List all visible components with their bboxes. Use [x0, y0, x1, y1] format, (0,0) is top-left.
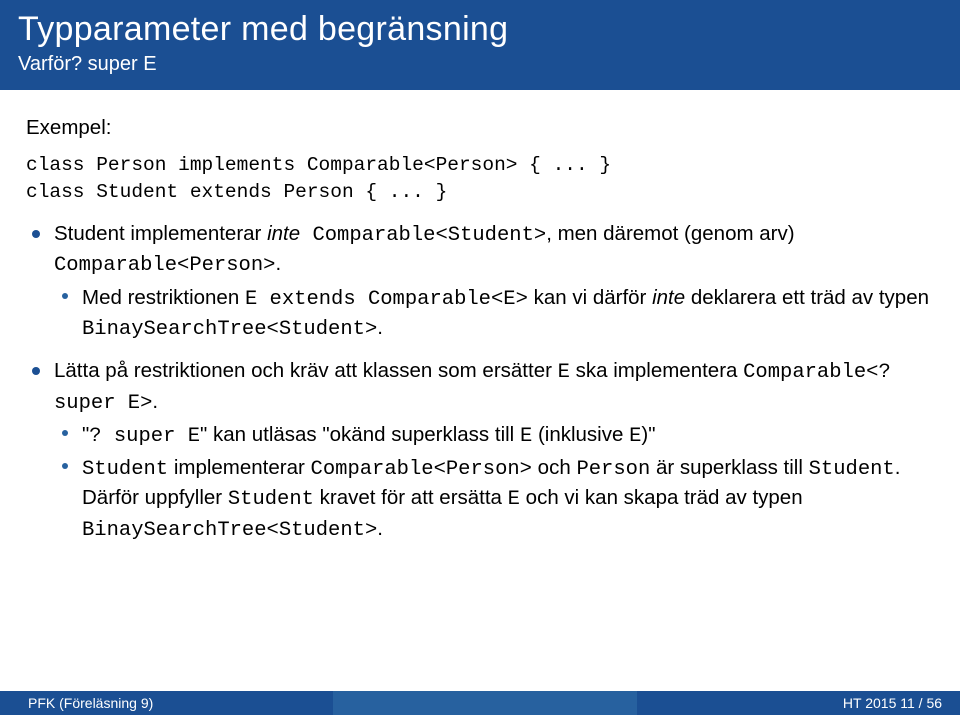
text: E — [508, 488, 520, 511]
text: )" — [641, 423, 655, 446]
slide-title: Typparameter med begränsning — [18, 10, 942, 49]
footer-right: HT 2015 11 / 56 — [637, 691, 960, 715]
footer-left: PFK (Föreläsning 9) — [0, 691, 333, 715]
text: Med restriktionen — [82, 286, 245, 309]
text: E — [520, 425, 532, 448]
text: , men däremot (genom arv) — [546, 222, 794, 245]
text: inte — [652, 286, 685, 309]
text: implementerar — [168, 456, 310, 479]
text: E — [629, 425, 641, 448]
example-label: Exempel: — [26, 114, 934, 142]
text: Student — [809, 458, 895, 481]
text: kan vi därför — [528, 286, 652, 309]
slide-body: Exempel: class Person implements Compara… — [0, 90, 960, 545]
text: Person — [576, 458, 650, 481]
text: . — [275, 252, 281, 275]
text: inte — [267, 222, 300, 245]
text: Student — [228, 488, 314, 511]
text: E extends Comparable<E> — [245, 288, 528, 311]
text: Student — [82, 458, 168, 481]
slide-footer: PFK (Föreläsning 9) HT 2015 11 / 56 — [0, 691, 960, 715]
text: E — [558, 361, 570, 384]
bullet-1a: Med restriktionen E extends Comparable<E… — [54, 284, 934, 345]
text: BinaySearchTree<Student> — [82, 318, 377, 341]
text: ? super E — [89, 425, 200, 448]
text: kravet för att ersätta — [314, 486, 508, 509]
text: . — [152, 390, 158, 413]
text: (inklusive — [532, 423, 629, 446]
text: och vi kan skapa träd av typen — [520, 486, 803, 509]
text: Lätta på restriktionen och kräv att klas… — [54, 359, 558, 382]
bullet-2: Lätta på restriktionen och kräv att klas… — [26, 357, 934, 545]
text: " kan utläsas "okänd superklass till — [200, 423, 520, 446]
text: Student implementerar — [54, 222, 267, 245]
text: ska implementera — [570, 359, 743, 382]
text: är superklass till — [650, 456, 808, 479]
bullet-2a: "? super E" kan utläsas "okänd superklas… — [54, 421, 934, 451]
bullet-2b: Student implementerar Comparable<Person>… — [54, 454, 934, 545]
text: deklarera ett träd av typen — [685, 286, 929, 309]
slide-subtitle: Varför? super E — [18, 53, 942, 76]
bullet-1: Student implementerar inte Comparable<St… — [26, 220, 934, 344]
footer-mid — [333, 691, 638, 715]
slide-header: Typparameter med begränsning Varför? sup… — [0, 0, 960, 90]
code-block: class Person implements Comparable<Perso… — [26, 152, 934, 206]
text: och — [532, 456, 576, 479]
text: Comparable<Person> — [311, 458, 532, 481]
text: Comparable<Person> — [54, 254, 275, 277]
text: . — [377, 517, 383, 540]
text: Comparable<Student> — [300, 224, 546, 247]
text: . — [377, 316, 383, 339]
text: BinaySearchTree<Student> — [82, 519, 377, 542]
